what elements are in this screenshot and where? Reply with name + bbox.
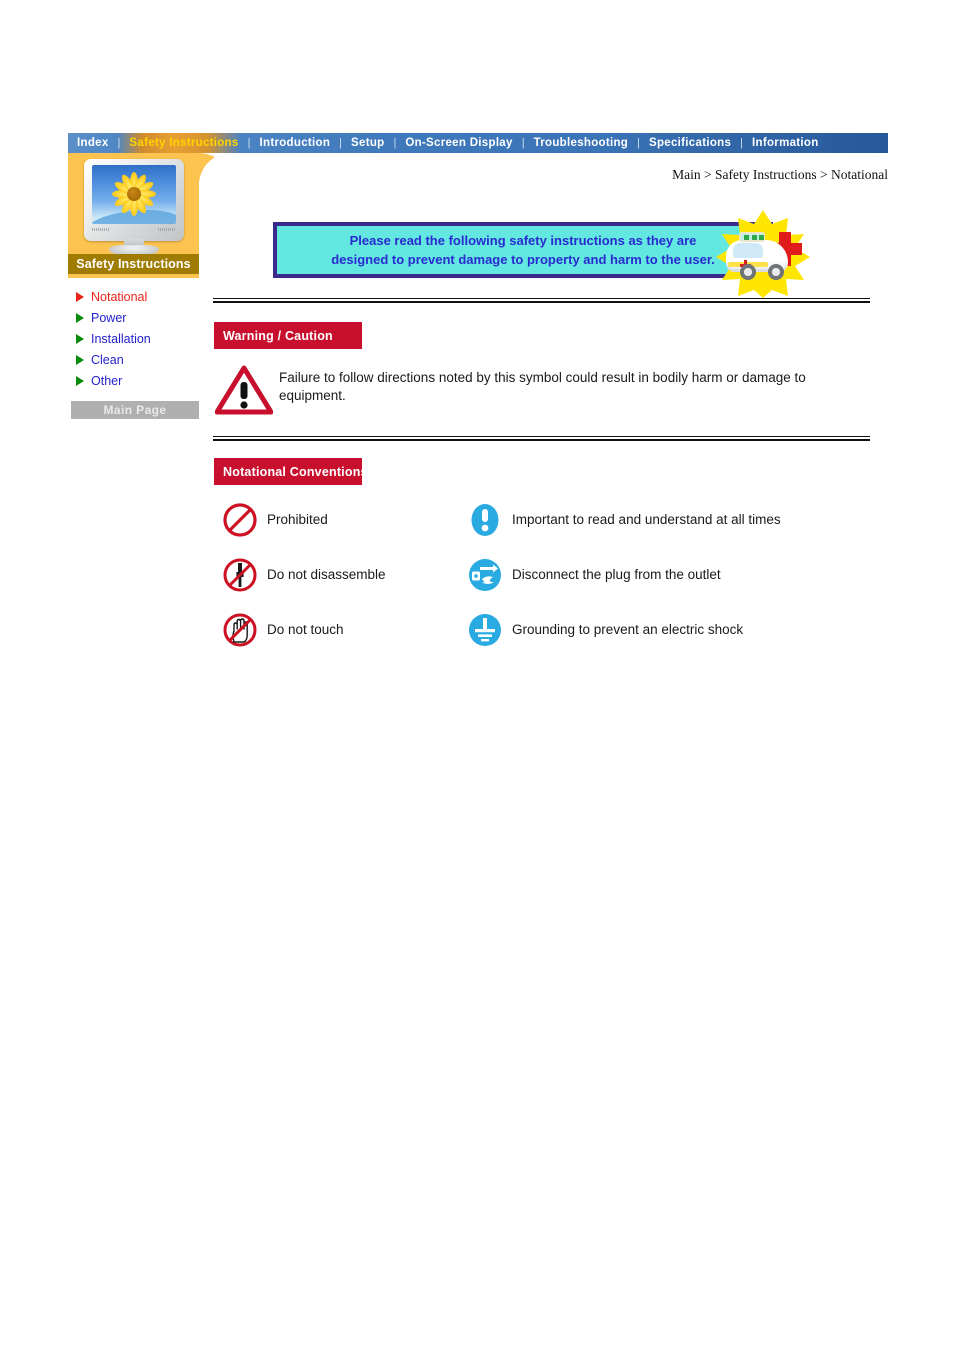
notational-label: Grounding to prevent an electric shock [512, 622, 744, 637]
safety-notice-text: Please read the following safety instruc… [331, 233, 715, 267]
prohibited-icon [222, 502, 267, 538]
sidebar-item-notational[interactable]: Notational [68, 286, 199, 307]
sidebar-item-clean[interactable]: Clean [68, 349, 199, 370]
notational-entry-prohibited: Prohibited [222, 502, 467, 538]
arrow-right-icon [76, 291, 84, 302]
arrow-right-icon [76, 375, 84, 386]
sidebar-item-power[interactable]: Power [68, 307, 199, 328]
sidebar-item-label: Notational [91, 289, 148, 304]
nav-item-information[interactable]: Information [743, 133, 828, 153]
sidebar-item-label: Power [91, 310, 127, 325]
sidebar-link-list: Notational Power Installation Clean Othe… [68, 286, 199, 391]
safety-notice-banner: Please read the following safety instruc… [273, 222, 773, 278]
divider-rule-top [213, 298, 870, 303]
notational-row: Prohibited Important to read and underst… [222, 492, 872, 547]
warning-caution-text: Failure to follow directions noted by th… [279, 370, 806, 403]
crt-monitor-sunflower-icon [84, 159, 184, 255]
notational-entry-do-not-disassemble: Do not disassemble [222, 557, 467, 593]
do-not-disassemble-icon [222, 557, 267, 593]
sidebar: Safety Instructions Notational Power Ins… [68, 153, 231, 419]
nav-item-troubleshooting[interactable]: Troubleshooting [525, 133, 638, 153]
nav-item-introduction[interactable]: Introduction [251, 133, 340, 153]
grounding-icon [467, 612, 512, 648]
notational-conventions-tag: Notational Conventions [214, 458, 367, 485]
warning-caution-row: Failure to follow directions noted by th… [214, 365, 865, 420]
notational-row: Do not touch Grounding to prevent an ele… [222, 602, 872, 657]
notational-conventions-grid: Prohibited Important to read and underst… [222, 492, 872, 657]
top-navigation-bar: Index | Safety Instructions | Introducti… [68, 133, 888, 153]
disconnect-plug-icon [467, 557, 512, 593]
notational-entry-important: Important to read and understand at all … [467, 502, 872, 538]
warning-caution-tag: Warning / Caution [214, 322, 362, 349]
sidebar-item-label: Installation [91, 331, 151, 346]
do-not-touch-icon [222, 612, 267, 648]
nav-item-index[interactable]: Index [68, 133, 118, 153]
notational-label: Prohibited [267, 512, 328, 527]
sidebar-header: Safety Instructions [68, 153, 231, 278]
notational-label: Important to read and understand at all … [512, 512, 781, 527]
main-page-button[interactable]: Main Page [71, 401, 199, 419]
notational-label: Disconnect the plug from the outlet [512, 567, 721, 582]
warning-triangle-icon [214, 365, 277, 420]
sidebar-item-installation[interactable]: Installation [68, 328, 199, 349]
notational-label: Do not touch [267, 622, 344, 637]
nav-item-safety-instructions[interactable]: Safety Instructions [120, 133, 247, 153]
sidebar-corner-curve [199, 153, 231, 185]
notational-label: Do not disassemble [267, 567, 386, 582]
nav-item-setup[interactable]: Setup [342, 133, 393, 153]
notational-entry-disconnect-plug: Disconnect the plug from the outlet [467, 557, 872, 593]
arrow-right-icon [76, 354, 84, 365]
nav-item-specifications[interactable]: Specifications [640, 133, 740, 153]
breadcrumb: Main > Safety Instructions > Notational [672, 167, 888, 182]
notational-row: Do not disassemble Disconnect the plug f… [222, 547, 872, 602]
ambulance-first-aid-icon [716, 210, 810, 298]
important-exclamation-icon [467, 502, 512, 538]
sidebar-item-label: Clean [91, 352, 124, 367]
arrow-right-icon [76, 333, 84, 344]
sidebar-item-label: Other [91, 373, 123, 388]
nav-item-on-screen-display[interactable]: On-Screen Display [396, 133, 521, 153]
sidebar-title: Safety Instructions [68, 254, 199, 274]
notational-entry-do-not-touch: Do not touch [222, 612, 467, 648]
sidebar-item-other[interactable]: Other [68, 370, 199, 391]
divider-rule-bottom [213, 436, 870, 441]
notational-entry-grounding: Grounding to prevent an electric shock [467, 612, 872, 648]
arrow-right-icon [76, 312, 84, 323]
